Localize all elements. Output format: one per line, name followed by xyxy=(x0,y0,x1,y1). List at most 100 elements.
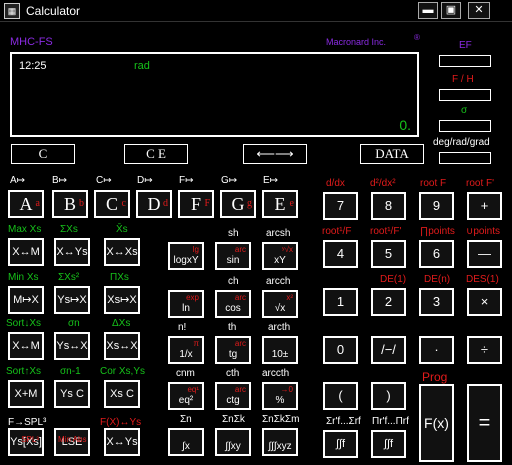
mem-key-e[interactable]: Ee xyxy=(262,190,298,218)
mem-key-a[interactable]: Aa xyxy=(8,190,44,218)
mem-key-d-sub: d xyxy=(163,198,168,209)
stat-key-xsx[interactable]: Xs↦X xyxy=(104,286,140,314)
prod-r-label: Πr'f...Πrf xyxy=(372,416,409,427)
key-int-f[interactable]: ∫∫f xyxy=(323,430,358,458)
func-label-arcth: arcth xyxy=(268,322,291,333)
func-key-pow10[interactable]: 10± xyxy=(262,336,298,364)
func-key-cos[interactable]: arc cos xyxy=(215,290,251,318)
stat-key-xys[interactable]: X↔Ys xyxy=(54,238,90,266)
mem-key-d[interactable]: Dd xyxy=(136,190,172,218)
mem-key-f-main: F xyxy=(190,194,201,214)
key-5[interactable]: 5 xyxy=(371,240,406,268)
stat-label-sigma-n1: σn-1 xyxy=(60,366,81,377)
func-key-recip[interactable]: π 1/x xyxy=(168,336,204,364)
stat-key-xm[interactable]: X↔M xyxy=(8,238,44,266)
calculator-body: MHC-FS Macronard Inc. ® 12:25 rad 0. E F … xyxy=(0,22,512,465)
fx-key[interactable]: F(x) xyxy=(419,384,454,462)
lse-key-sub: Min Abs xyxy=(58,435,87,444)
key-equals[interactable]: = xyxy=(467,384,502,462)
fh-indicator xyxy=(439,89,491,101)
display-time: 12:25 xyxy=(19,60,47,72)
func-key-sin[interactable]: arc sin xyxy=(215,242,251,270)
func-key-int3[interactable]: ∫∫∫xyz xyxy=(262,428,298,456)
key-2[interactable]: 2 xyxy=(371,288,406,316)
func-key-cos-main: cos xyxy=(225,303,241,314)
mem-key-f[interactable]: FF xyxy=(178,190,214,218)
key-6[interactable]: 6 xyxy=(419,240,454,268)
mem-key-c[interactable]: Cc xyxy=(94,190,130,218)
stat-key-xpm[interactable]: X+M xyxy=(8,380,44,408)
key-7[interactable]: 7 xyxy=(323,192,358,220)
func-key-percent-main: % xyxy=(275,395,285,406)
key-3[interactable]: 3 xyxy=(419,288,454,316)
func-key-ctg[interactable]: arc ctg xyxy=(215,382,251,410)
x-ys-swap-key[interactable]: X↔Ys xyxy=(104,428,140,456)
stat-key-ysx2[interactable]: Ys↔X xyxy=(54,332,90,360)
swap-button[interactable]: ⟵⟶ xyxy=(243,144,307,164)
clear-entry-button[interactable]: C E xyxy=(124,144,188,164)
func-key-eq[interactable]: eq¹ eq² xyxy=(168,382,204,410)
key-decimal[interactable]: · xyxy=(419,336,454,364)
mem-key-g[interactable]: Gg xyxy=(220,190,256,218)
mem-key-f-sub: F xyxy=(204,198,210,209)
func-label-sum-n: Σn xyxy=(180,414,192,425)
mem-key-e-main: E xyxy=(274,194,286,214)
mem-key-e-sub: e xyxy=(289,198,294,209)
key-4[interactable]: 4 xyxy=(323,240,358,268)
key-negate[interactable]: /−/ xyxy=(371,336,406,364)
maximize-button[interactable]: ▣ xyxy=(441,2,461,19)
key-1[interactable]: 1 xyxy=(323,288,358,316)
fx-ys-label: F(X)↔Ys xyxy=(100,417,142,428)
num-label-prod-points: ∏points xyxy=(420,226,455,237)
key-9[interactable]: 9 xyxy=(419,192,454,220)
stat-key-xxs[interactable]: X↔Xs xyxy=(104,238,140,266)
func-key-tg[interactable]: arc tg xyxy=(215,336,251,364)
mem-key-b-sub: b xyxy=(79,198,84,209)
stat-key-xsc[interactable]: Xs C xyxy=(104,380,140,408)
key-minus[interactable]: — xyxy=(467,240,502,268)
stat-key-mx[interactable]: M↦X xyxy=(8,286,44,314)
key-close-paren[interactable]: ) xyxy=(371,382,406,410)
stat-key-xm2[interactable]: X↔M xyxy=(8,332,44,360)
stat-key-ysx[interactable]: Ys↦X xyxy=(54,286,90,314)
func-key-pow[interactable]: ʸ√x xY xyxy=(262,242,298,270)
mem-label-d: D↦ xyxy=(137,175,153,186)
clear-button[interactable]: C xyxy=(11,144,75,164)
stat-label-max: Max Xs xyxy=(8,224,42,235)
data-button[interactable]: DATA xyxy=(360,144,424,164)
mem-key-b-main: B xyxy=(63,194,76,214)
func-key-log[interactable]: lg logxY xyxy=(168,242,204,270)
func-key-int2[interactable]: ∫∫xy xyxy=(215,428,251,456)
stat-key-ysc[interactable]: Ys C xyxy=(54,380,90,408)
key-multiply[interactable]: × xyxy=(467,288,502,316)
func-key-ln-main: ln xyxy=(182,303,190,314)
sigma-indicator xyxy=(439,120,491,132)
window-title: Calculator xyxy=(26,4,81,18)
func-key-int[interactable]: ∫x xyxy=(168,428,204,456)
key-divide[interactable]: ÷ xyxy=(467,336,502,364)
func-label-sum-nk: ΣnΣk xyxy=(222,414,245,425)
stat-key-xsx2[interactable]: Xs↔X xyxy=(104,332,140,360)
lse-key[interactable]: Min Abs LSE xyxy=(54,428,90,456)
key-open-paren[interactable]: ( xyxy=(323,382,358,410)
close-button[interactable]: ✕ xyxy=(468,2,490,19)
minimize-button[interactable]: ▬ xyxy=(418,2,438,19)
func-key-tg-sub: arc xyxy=(234,339,246,348)
key-plus[interactable]: + xyxy=(467,192,502,220)
spline-key[interactable]: SPL³ Ys[Xs] xyxy=(8,428,44,456)
mem-key-c-sub: c xyxy=(121,198,126,209)
func-key-sqrt[interactable]: x² √x xyxy=(262,290,298,318)
key-0[interactable]: 0 xyxy=(323,336,358,364)
func-key-sqrt-sub: x² xyxy=(286,293,293,302)
func-key-pow-main: xY xyxy=(274,255,286,266)
key-8[interactable]: 8 xyxy=(371,192,406,220)
spline-key-sub: SPL³ xyxy=(21,435,39,444)
spline-label: F→SPL³ xyxy=(8,417,47,428)
func-key-eq-main: eq² xyxy=(178,395,194,406)
mem-key-b[interactable]: Bb xyxy=(52,190,88,218)
prog-label: Prog xyxy=(422,370,448,384)
key-int-f2[interactable]: ∫∫f xyxy=(371,430,406,458)
func-key-ln[interactable]: exp ln xyxy=(168,290,204,318)
func-key-percent[interactable]: →0% xyxy=(262,382,298,410)
num-label-rootf-prime: root F' xyxy=(466,178,495,189)
